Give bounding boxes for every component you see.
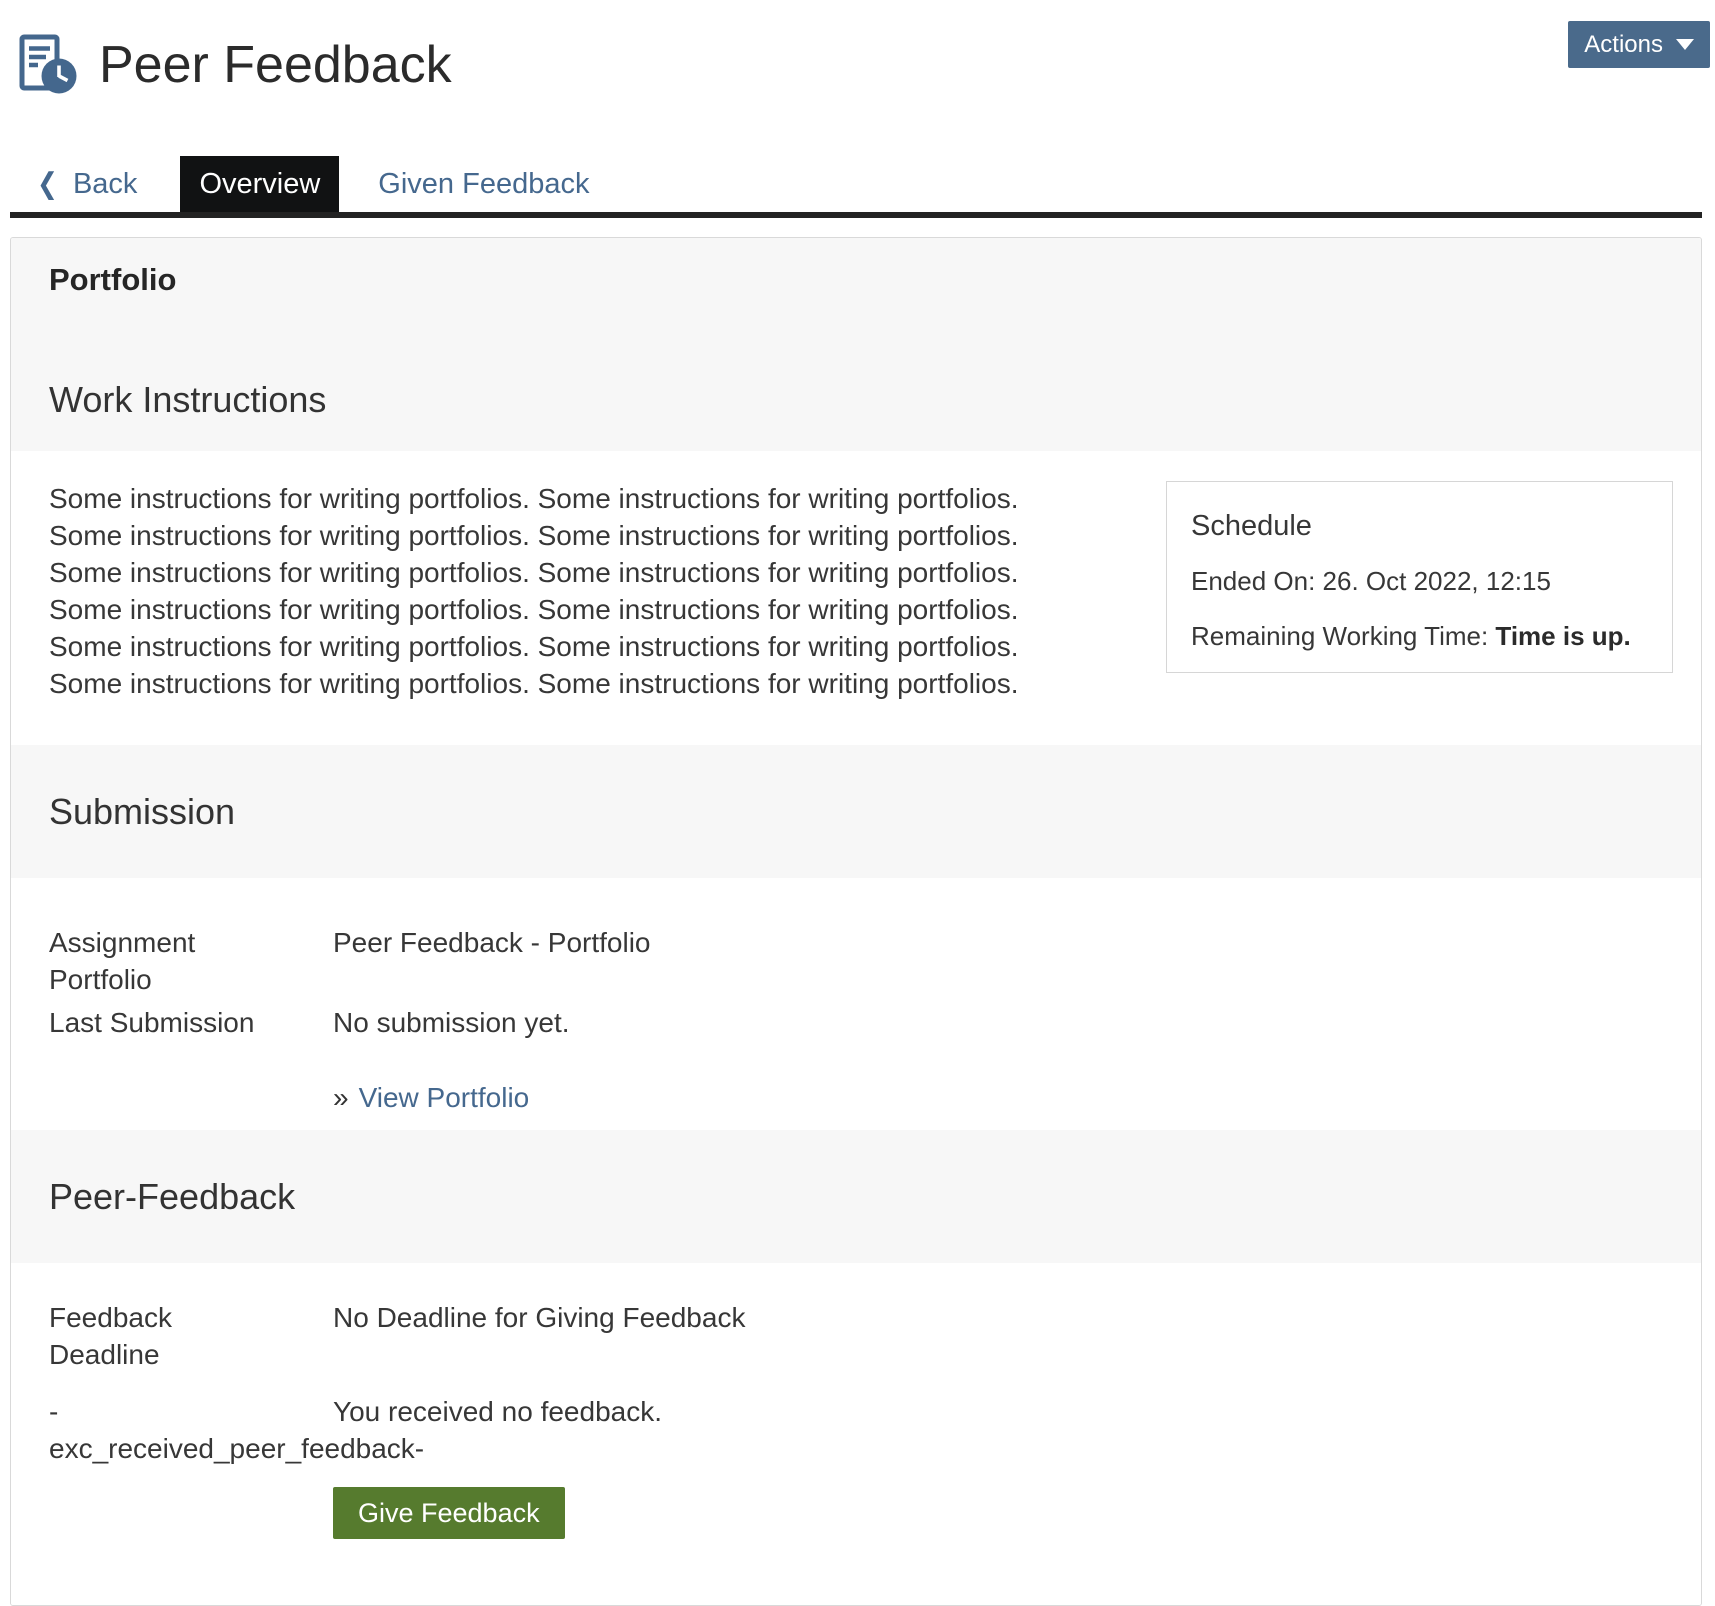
submission-section: Assignment Portfolio Peer Feedback - Por… xyxy=(11,878,1701,1130)
peer-feedback-header-band: Peer-Feedback xyxy=(11,1130,1701,1263)
submission-heading: Submission xyxy=(49,791,235,833)
work-instructions-heading: Work Instructions xyxy=(49,378,1663,422)
instructions-text: Some instructions for writing portfolios… xyxy=(49,480,1054,702)
peer-feedback-heading: Peer-Feedback xyxy=(49,1176,295,1218)
ended-on-label: Ended On: xyxy=(1191,566,1315,596)
row-value: No submission yet. xyxy=(333,1004,1701,1041)
row-label xyxy=(49,1079,289,1116)
submission-header-band: Submission xyxy=(11,745,1701,878)
tab-bar: ❮ Back Overview Given Feedback xyxy=(10,156,1702,218)
schedule-heading: Schedule xyxy=(1191,508,1652,544)
tab-given-feedback[interactable]: Given Feedback xyxy=(378,156,589,212)
table-row: Give Feedback xyxy=(49,1487,1701,1539)
chevron-left-icon: ❮ xyxy=(37,167,58,202)
work-instructions-section: Some instructions for writing portfolios… xyxy=(11,451,1701,745)
view-portfolio-link[interactable]: View Portfolio xyxy=(359,1082,530,1113)
instructions-paragraph: Some instructions for writing portfolios… xyxy=(49,591,1054,702)
row-label: Feedback Deadline xyxy=(49,1299,289,1373)
caret-down-icon xyxy=(1676,39,1694,50)
actions-button[interactable]: Actions xyxy=(1568,21,1710,68)
schedule-ended-on: Ended On: 26. Oct 2022, 12:15 xyxy=(1191,563,1652,599)
schedule-remaining-time: Remaining Working Time: Time is up. xyxy=(1191,618,1652,654)
page-header: Peer Feedback Actions xyxy=(0,0,1715,108)
table-row: Assignment Portfolio Peer Feedback - Por… xyxy=(49,924,1701,998)
tab-overview[interactable]: Overview xyxy=(180,156,339,212)
schedule-box: Schedule Ended On: 26. Oct 2022, 12:15 R… xyxy=(1166,481,1673,673)
instructions-paragraph: Some instructions for writing portfolios… xyxy=(49,480,1054,591)
back-link-label: Back xyxy=(73,168,137,201)
portfolio-header-band: Portfolio Work Instructions xyxy=(11,238,1701,451)
give-feedback-button[interactable]: Give Feedback xyxy=(333,1487,565,1539)
row-value: No Deadline for Giving Feedback xyxy=(333,1299,1701,1373)
ended-on-value: 26. Oct 2022, 12:15 xyxy=(1323,566,1551,596)
row-value: You received no feedback. xyxy=(333,1393,1701,1467)
page-title: Peer Feedback xyxy=(99,35,452,95)
remaining-time-value: Time is up. xyxy=(1495,621,1630,651)
table-row: -exc_received_peer_feedback- You receive… xyxy=(49,1393,1701,1467)
content-panel: Portfolio Work Instructions Some instruc… xyxy=(10,237,1702,1606)
exercise-clock-icon xyxy=(19,34,77,95)
exercise-page: Peer Feedback Actions ❮ Back Overview Gi… xyxy=(0,0,1715,1606)
row-value: » View Portfolio xyxy=(333,1079,1701,1116)
actions-button-label: Actions xyxy=(1584,31,1663,59)
table-row: Feedback Deadline No Deadline for Giving… xyxy=(49,1299,1701,1373)
table-row: Last Submission No submission yet. xyxy=(49,1004,1701,1041)
table-row: » View Portfolio xyxy=(49,1079,1701,1116)
remaining-time-label: Remaining Working Time: xyxy=(1191,621,1488,651)
row-value: Give Feedback xyxy=(333,1487,1701,1539)
peer-feedback-section: Feedback Deadline No Deadline for Giving… xyxy=(11,1263,1701,1605)
double-angle-icon: » xyxy=(333,1082,349,1113)
back-link[interactable]: ❮ Back xyxy=(37,156,137,212)
row-label: Assignment Portfolio xyxy=(49,924,289,998)
row-label: -exc_received_peer_feedback- xyxy=(49,1393,289,1467)
row-label xyxy=(49,1487,289,1539)
row-label: Last Submission xyxy=(49,1004,289,1041)
row-value: Peer Feedback - Portfolio xyxy=(333,924,1701,998)
portfolio-title: Portfolio xyxy=(49,260,1663,300)
